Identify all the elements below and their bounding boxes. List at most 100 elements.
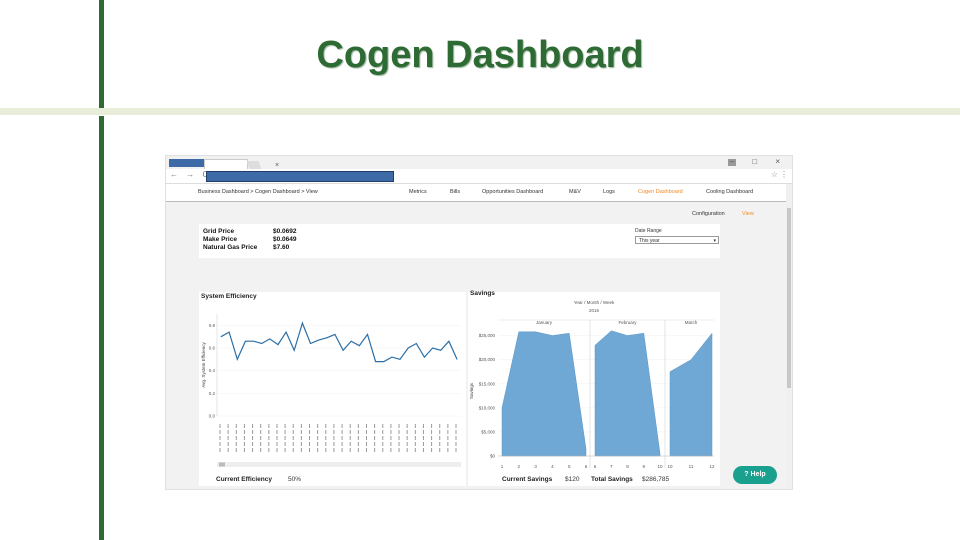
efficiency-hscrollbar <box>217 462 461 467</box>
browser-menu-icon[interactable]: ⋮ <box>780 170 788 179</box>
nav-logs[interactable]: Logs <box>603 189 615 195</box>
efficiency-x-tick-label-mark <box>398 424 400 428</box>
efficiency-x-tick-label-mark <box>431 448 433 452</box>
browser-window: × – □ × ← → C ☆ ⋮ Business Dashboard > C… <box>165 155 793 490</box>
make-price-value: $0.0649 <box>273 236 297 243</box>
savings-chart: Year / Month / Week 2016 Savings $0 $5,000 $1… <box>469 300 715 469</box>
grid-price-label: Grid Price <box>203 228 235 235</box>
efficiency-x-tick-label-mark <box>398 442 400 446</box>
efficiency-x-tick-label-mark <box>341 448 343 452</box>
efficiency-x-tick-label-mark <box>284 436 286 440</box>
efficiency-x-tick-label-mark <box>365 430 367 434</box>
efficiency-x-tick-label-mark <box>455 442 457 446</box>
savings-month-label: February <box>618 320 637 325</box>
date-range-select[interactable]: This year ▾ <box>635 236 719 244</box>
efficiency-x-tick-label-mark <box>333 442 335 446</box>
new-tab-button[interactable] <box>246 161 262 169</box>
efficiency-x-tick-label-mark <box>357 448 359 452</box>
efficiency-x-tick-label-mark <box>243 430 245 434</box>
nav-cogen-dashboard[interactable]: Cogen Dashboard <box>638 189 683 195</box>
efficiency-x-tick-label-mark <box>333 448 335 452</box>
savings-x-tick-label: 8 <box>626 464 629 469</box>
tab-title-redacted <box>169 159 204 167</box>
current-savings-label: Current Savings <box>502 476 553 483</box>
efficiency-x-tick-label-mark <box>219 430 221 434</box>
efficiency-x-tick-label-mark <box>317 448 319 452</box>
efficiency-y-tick-label: 0.4 <box>209 368 216 373</box>
scrollbar-thumb[interactable] <box>787 208 791 388</box>
efficiency-x-tick-label-mark <box>309 424 311 428</box>
current-efficiency-label: Current Efficiency <box>216 476 272 483</box>
efficiency-x-tick-label-mark <box>414 448 416 452</box>
total-savings-value: $286,785 <box>642 476 670 483</box>
configuration-link[interactable]: Configuration <box>692 211 725 217</box>
efficiency-x-tick-label-mark <box>260 430 262 434</box>
efficiency-x-tick-label-mark <box>455 424 457 428</box>
help-button[interactable]: ? Help <box>733 466 777 484</box>
nav-metrics[interactable]: Metrics <box>409 189 427 195</box>
close-tab-icon[interactable]: × <box>275 162 279 169</box>
efficiency-x-tick-label-mark <box>235 442 237 446</box>
view-link[interactable]: View <box>742 211 754 217</box>
nav-bills[interactable]: Bills <box>450 189 460 195</box>
efficiency-x-tick-label-mark <box>260 424 262 428</box>
url-input-redacted[interactable] <box>206 171 394 182</box>
efficiency-point <box>285 331 287 333</box>
savings-panel: Savings Year / Month / Week 2016 Savings $0… <box>468 290 720 486</box>
current-savings-value: $120 <box>565 476 580 483</box>
efficiency-x-tick-label-mark <box>439 430 441 434</box>
efficiency-x-tick-label-mark <box>439 448 441 452</box>
bookmark-star-icon[interactable]: ☆ <box>771 170 778 179</box>
efficiency-x-tick-label-mark <box>227 424 229 428</box>
efficiency-x-tick-label-mark <box>243 442 245 446</box>
efficiency-x-tick-label-mark <box>252 448 254 452</box>
breadcrumb[interactable]: Business Dashboard > Cogen Dashboard > V… <box>198 189 318 195</box>
efficiency-x-tick-label-mark <box>325 424 327 428</box>
savings-y-tick-label: $25,000 <box>479 333 496 338</box>
nav-cooling-dashboard[interactable]: Cooling Dashboard <box>706 189 753 195</box>
efficiency-x-tick-label-mark <box>317 436 319 440</box>
efficiency-x-tick-label-mark <box>365 424 367 428</box>
address-bar: ← → C ☆ ⋮ <box>166 169 792 184</box>
savings-x-tick-label: 5 <box>568 464 571 469</box>
efficiency-x-tick-label-mark <box>227 436 229 440</box>
current-efficiency-value: 50% <box>288 476 302 483</box>
efficiency-x-tick-label-mark <box>349 424 351 428</box>
efficiency-x-tick-label-mark <box>431 442 433 446</box>
savings-x-tick-label: 10 <box>667 464 673 469</box>
efficiency-point <box>358 345 360 347</box>
efficiency-hscroll-thumb <box>219 462 225 467</box>
efficiency-x-tick-label-mark <box>268 442 270 446</box>
efficiency-x-tick-label-mark <box>292 430 294 434</box>
efficiency-point <box>391 356 393 358</box>
window-controls[interactable]: – □ × <box>730 157 788 166</box>
efficiency-x-tick-label-mark <box>309 442 311 446</box>
efficiency-x-tick-label-mark <box>325 442 327 446</box>
efficiency-x-tick-label-mark <box>276 442 278 446</box>
efficiency-x-tick-label-mark <box>390 424 392 428</box>
efficiency-x-tick-label-mark <box>365 448 367 452</box>
efficiency-point <box>424 356 425 358</box>
nav-mv[interactable]: M&V <box>569 189 581 195</box>
efficiency-x-tick-label-mark <box>365 436 367 440</box>
efficiency-x-tick-label-mark <box>252 430 254 434</box>
efficiency-x-tick-label-mark <box>341 436 343 440</box>
dashboard-content: Grid Price $0.0692 Make Price $0.0649 Na… <box>166 202 786 489</box>
gas-price-label: Natural Gas Price <box>203 244 258 251</box>
efficiency-point <box>383 361 385 362</box>
efficiency-x-tick-label-mark <box>390 430 392 434</box>
efficiency-x-tick-label-mark <box>374 442 376 446</box>
savings-month-label: January <box>536 320 553 325</box>
efficiency-point <box>350 340 352 342</box>
efficiency-x-tick-label-mark <box>243 448 245 452</box>
efficiency-x-tick-label-mark <box>284 424 286 428</box>
efficiency-x-tick-label-mark <box>349 442 351 446</box>
gas-price-value: $7.60 <box>273 244 290 251</box>
savings-y-tick-label: $20,000 <box>479 357 496 362</box>
efficiency-point <box>269 338 271 340</box>
page-scrollbar[interactable] <box>786 184 792 489</box>
efficiency-x-tick-label-mark <box>235 430 237 434</box>
savings-x-tick-label: 3 <box>534 464 537 469</box>
nav-opportunities-dashboard[interactable]: Opportunities Dashboard <box>482 189 543 195</box>
efficiency-x-tick-label-mark <box>276 436 278 440</box>
